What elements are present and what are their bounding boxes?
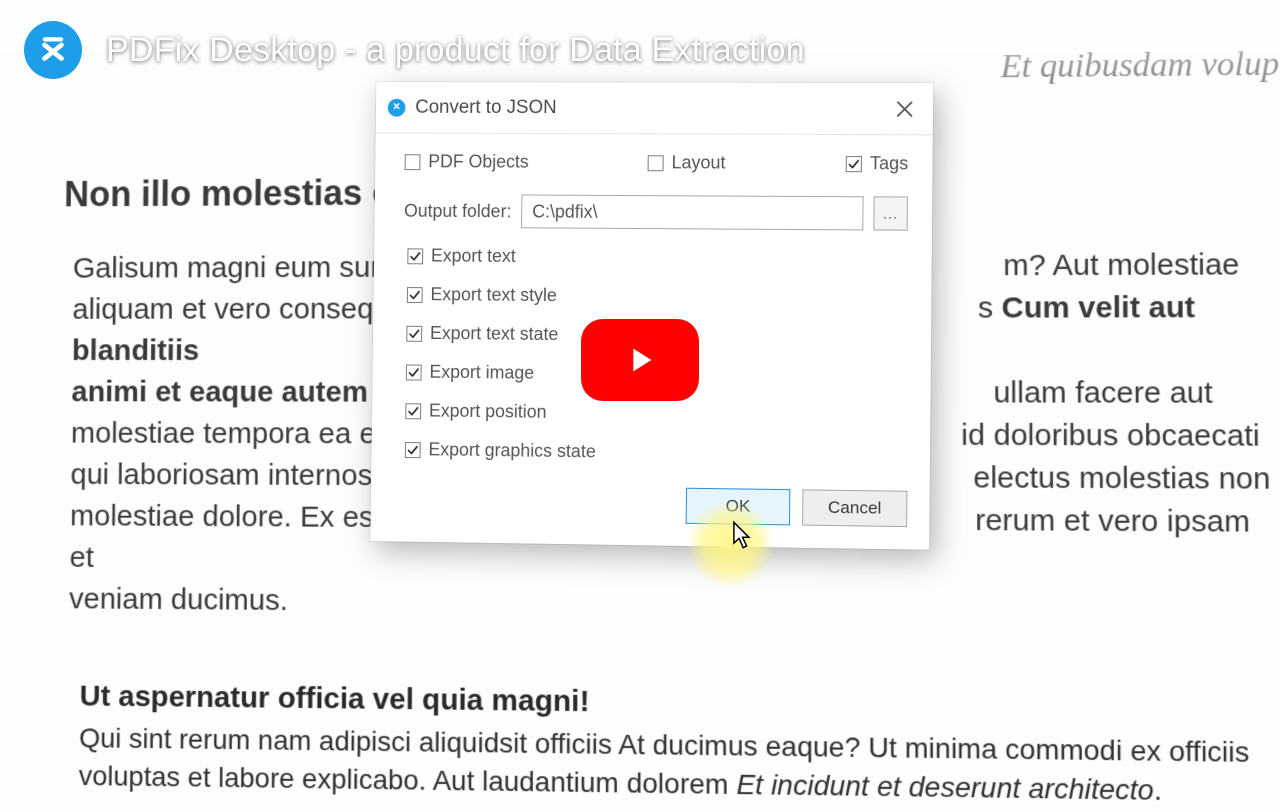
checkbox-label: Export graphics state — [428, 439, 596, 462]
checkbox-label: Export image — [429, 362, 534, 384]
layout-checkbox[interactable]: Layout — [648, 152, 726, 173]
checkbox-label: Export text state — [430, 323, 559, 345]
export-position-checkbox[interactable]: Export position — [405, 400, 906, 427]
export-graphics-state-checkbox[interactable]: Export graphics state — [405, 439, 906, 466]
checkbox-label: Export position — [429, 401, 547, 423]
checkbox-label: Tags — [870, 153, 909, 174]
pdfix-logo-icon — [24, 21, 82, 79]
checkbox-box — [405, 154, 421, 170]
browse-button[interactable]: ... — [873, 196, 908, 230]
dialog-title: Convert to JSON — [415, 96, 872, 119]
video-banner: PDFix Desktop - a product for Data Extra… — [0, 0, 1280, 96]
checkbox-label: Layout — [671, 152, 725, 173]
checkbox-box — [406, 325, 422, 341]
output-folder-input[interactable] — [521, 194, 863, 230]
doc-paragraph-2: Qui sint rerum nam adipisci aliquidsit o… — [79, 719, 1275, 811]
export-text-checkbox[interactable]: Export text — [407, 245, 907, 270]
checkbox-box — [407, 287, 423, 303]
checkbox-label: PDF Objects — [428, 151, 529, 172]
banner-title: PDFix Desktop - a product for Data Extra… — [106, 31, 805, 70]
cancel-button[interactable]: Cancel — [802, 489, 907, 527]
app-icon: ✕ — [388, 98, 406, 116]
ok-button[interactable]: OK — [686, 488, 791, 526]
checkbox-box — [405, 442, 421, 458]
checkbox-label: Export text style — [430, 284, 557, 306]
checkbox-box — [648, 155, 664, 171]
play-button[interactable] — [581, 319, 699, 401]
checkbox-label: Export text — [431, 246, 516, 267]
pdf-objects-checkbox[interactable]: PDF Objects — [405, 151, 529, 172]
checkbox-box — [407, 248, 423, 264]
tags-checkbox[interactable]: Tags — [846, 153, 909, 174]
convert-to-json-dialog: ✕ Convert to JSON PDF ObjectsLayoutTags … — [370, 82, 933, 550]
checkbox-box — [405, 403, 421, 419]
output-folder-label: Output folder: — [404, 200, 512, 221]
checkbox-box — [406, 364, 422, 380]
checkbox-box — [846, 156, 862, 172]
export-text-style-checkbox[interactable]: Export text style — [407, 284, 907, 309]
doc-heading-2: Ut aspernatur officia vel quia magni! — [79, 680, 1280, 728]
